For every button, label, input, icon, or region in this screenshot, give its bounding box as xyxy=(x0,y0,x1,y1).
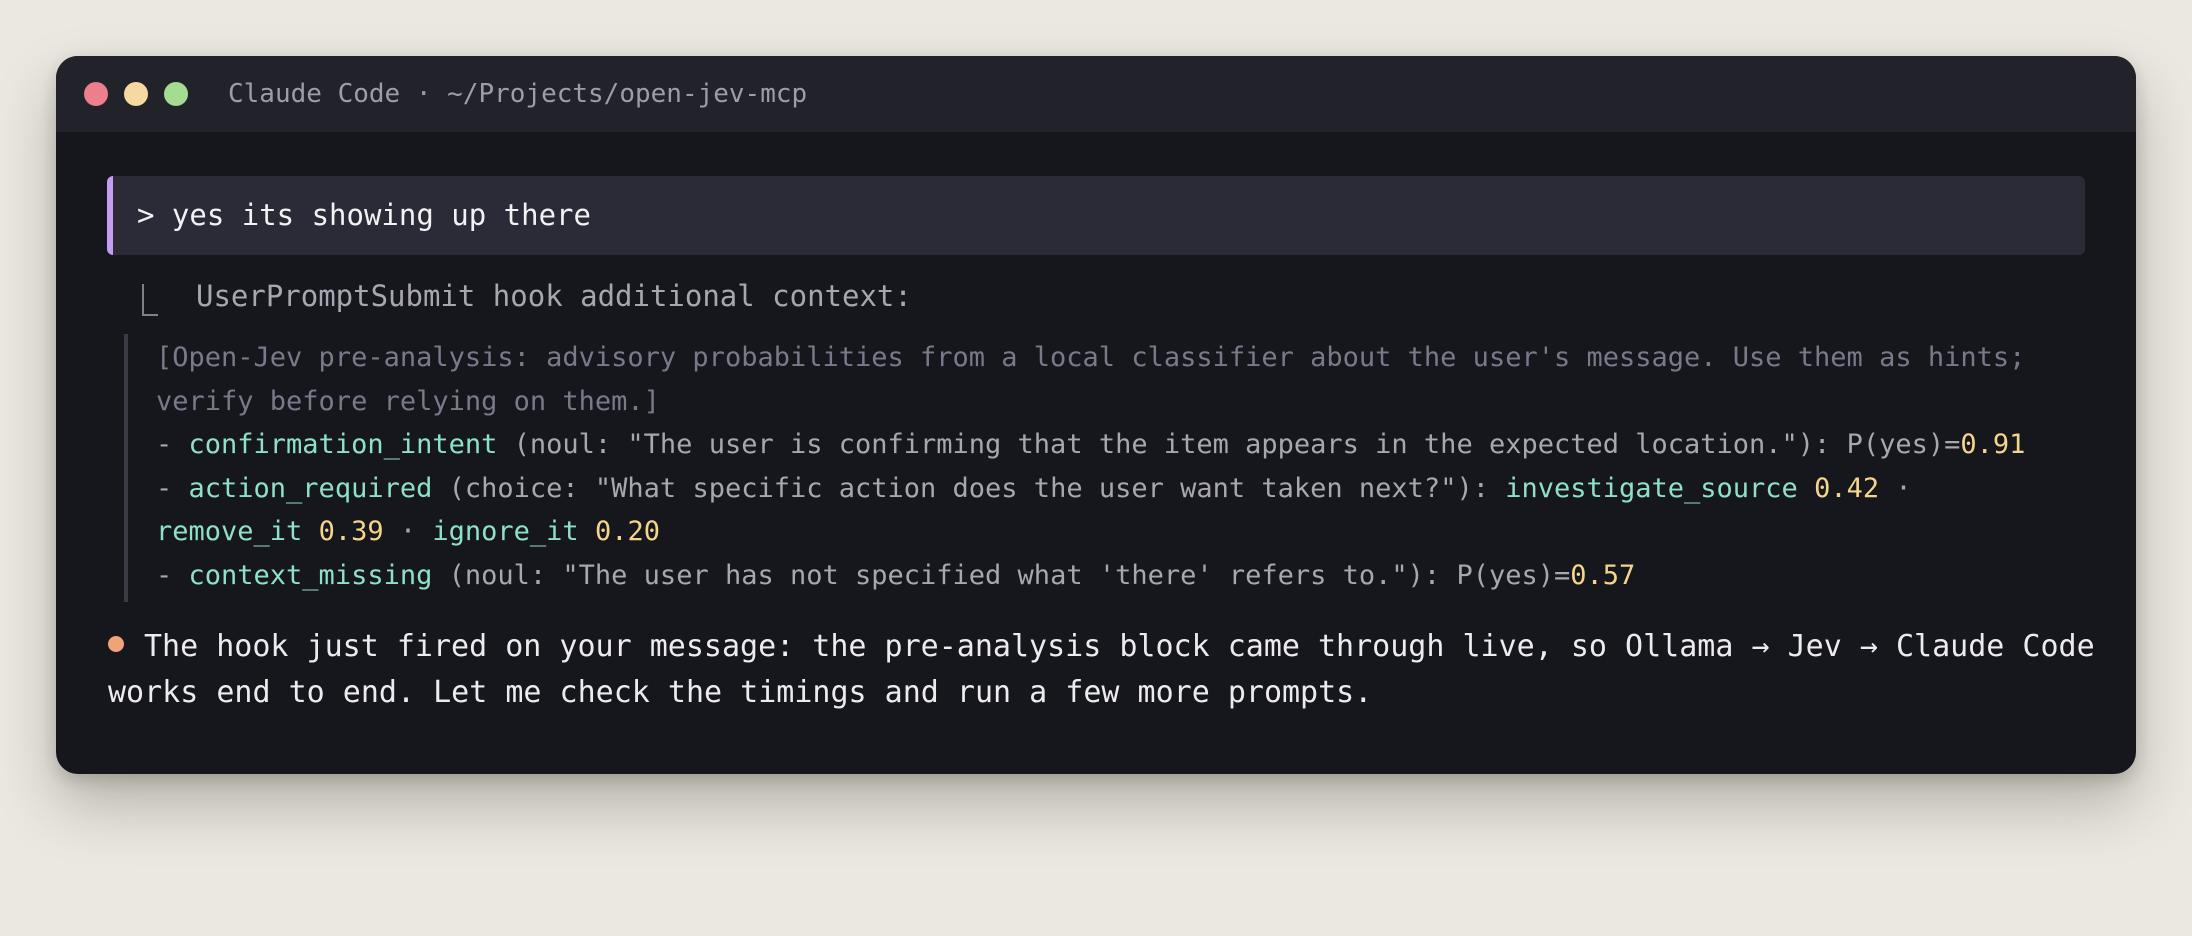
option-probability: 0.20 xyxy=(594,516,660,547)
response-line: The hook just fired on your message: the… xyxy=(108,624,2098,670)
item-name: action_required xyxy=(188,472,433,504)
item-name: context_missing xyxy=(188,559,433,591)
minimize-window-button[interactable] xyxy=(124,82,148,106)
window-title: Claude Code · ~/Projects/open-jev-mcp xyxy=(228,79,808,109)
classifier-item-confirmation-intent: - confirmation_intent (noul: "The user i… xyxy=(156,423,2086,467)
assistant-response: The hook just fired on your message: the… xyxy=(108,624,2098,716)
item-description: (choice: "What specific action does the … xyxy=(432,472,1506,504)
assistant-bullet-icon xyxy=(108,636,124,652)
item-dash: - xyxy=(156,429,189,460)
item-probability: 0.91 xyxy=(1960,429,2026,460)
option-name: remove_it xyxy=(156,516,303,547)
item-dash: - xyxy=(156,559,189,591)
option-separator: · xyxy=(1879,472,1928,504)
item-description: (noul: "The user is confirming that the … xyxy=(497,429,1961,460)
close-window-button[interactable] xyxy=(84,82,108,106)
maximize-window-button[interactable] xyxy=(164,82,188,106)
context-intro-line: verify before relying on them.] xyxy=(156,385,660,417)
context-block-rule xyxy=(124,334,128,602)
option-name: investigate_source xyxy=(1505,472,1798,504)
classifier-item-action-required: - action_required (choice: "What specifi… xyxy=(156,467,2086,511)
user-prompt-text: > yes its showing up there xyxy=(137,198,591,232)
title-bar: Claude Code · ~/Projects/open-jev-mcp xyxy=(56,56,2136,132)
classifier-item-context-missing: - context_missing (noul: "The user has n… xyxy=(156,554,2086,598)
response-line: works end to end. Let me check the timin… xyxy=(108,675,1373,710)
tree-connector-icon xyxy=(142,284,158,316)
context-intro-line: [Open-Jev pre-analysis: advisory probabi… xyxy=(156,342,2026,373)
hook-context-block: [Open-Jev pre-analysis: advisory probabi… xyxy=(156,336,2086,597)
item-dash: - xyxy=(156,472,189,504)
response-text: The hook just fired on your message: the… xyxy=(144,629,2095,664)
option-probability: 0.39 xyxy=(318,516,384,547)
user-prompt-block: > yes its showing up there xyxy=(107,176,2085,255)
item-probability: 0.57 xyxy=(1570,559,1636,591)
option-name: ignore_it xyxy=(432,516,579,547)
item-name: confirmation_intent xyxy=(188,429,498,460)
hook-context-label: UserPromptSubmit hook additional context… xyxy=(196,279,912,313)
classifier-item-action-required-cont: remove_it 0.39 · ignore_it 0.20 xyxy=(156,510,2086,554)
option-separator: · xyxy=(383,516,433,547)
item-description: (noul: "The user has not specified what … xyxy=(432,559,1571,591)
option-probability: 0.42 xyxy=(1814,472,1880,504)
terminal-window: Claude Code · ~/Projects/open-jev-mcp > … xyxy=(56,56,2136,774)
